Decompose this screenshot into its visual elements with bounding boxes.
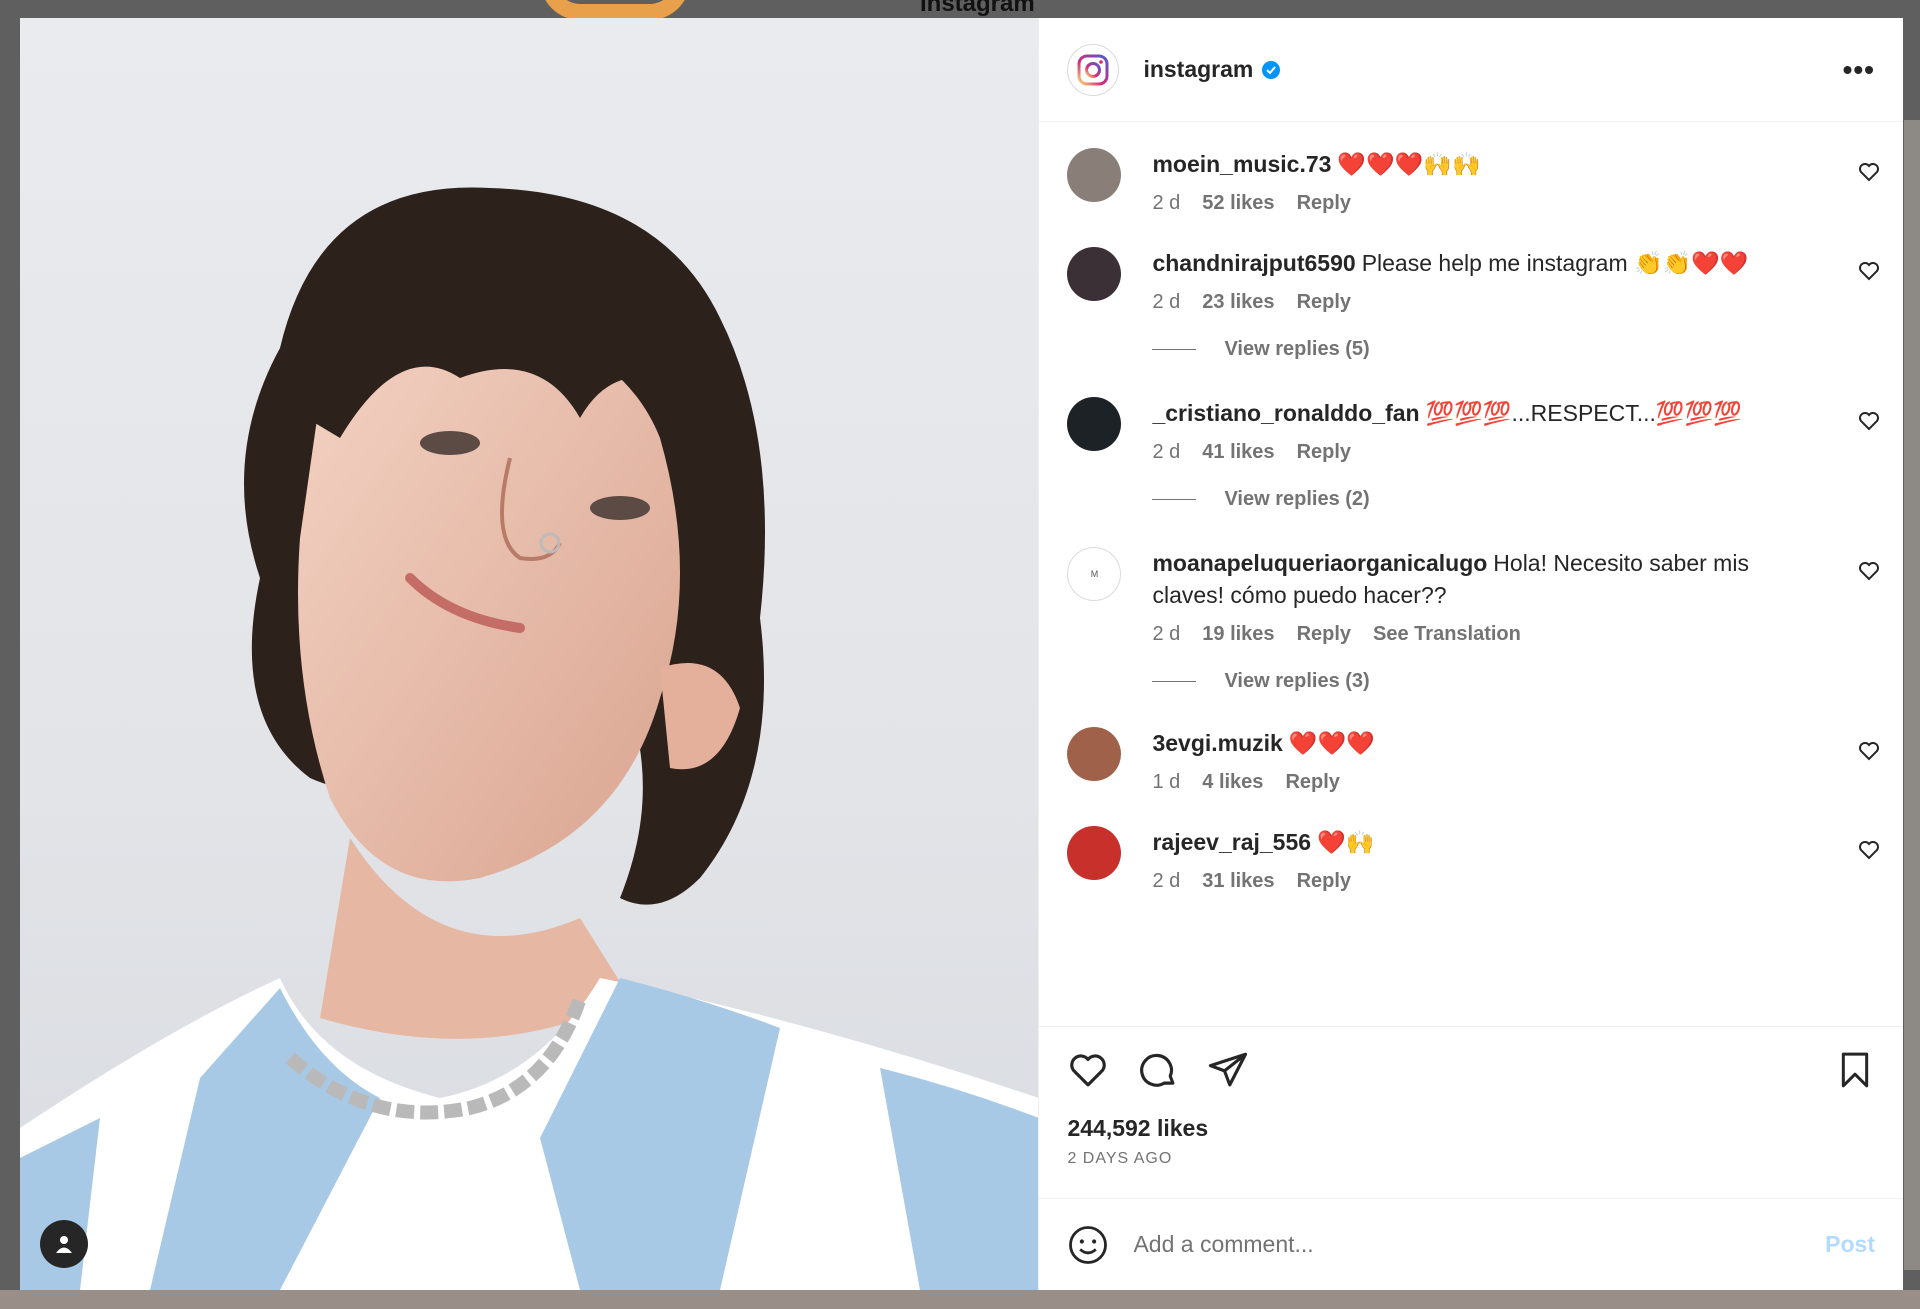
background-thumbnails (0, 1290, 1920, 1309)
post-likes-count[interactable]: 244,592 likes (1067, 1115, 1875, 1142)
background-logo (540, 0, 690, 20)
comment-username[interactable]: _cristiano_ronalddo_fan (1152, 400, 1419, 426)
account-avatar[interactable] (1067, 43, 1120, 96)
commenter-avatar[interactable] (1067, 727, 1122, 781)
post-header: instagram ••• (1039, 18, 1903, 122)
comment-like-heart-icon[interactable] (1857, 409, 1881, 433)
view-replies-button[interactable]: View replies (5) (1152, 338, 1903, 361)
comment-username[interactable]: chandnirajput6590 (1152, 250, 1355, 276)
reply-button[interactable]: Reply (1297, 623, 1351, 646)
verified-badge-icon (1262, 60, 1281, 79)
comment-like-heart-icon[interactable] (1857, 838, 1881, 862)
comment-item: rajeev_raj_556 ❤️🙌 2 d 31 likes Reply (1039, 826, 1903, 893)
comments-list: moein_music.73 ❤️❤️❤️🙌🙌 2 d 52 likes Reply … (1039, 122, 1903, 1026)
background-title: Instagram (920, 0, 1035, 17)
comment-input[interactable]: Add a comment... (1133, 1231, 1825, 1258)
comment-text: ❤️❤️❤️ (1288, 730, 1375, 756)
replies-line (1152, 499, 1197, 500)
post-actions: 244,592 likes 2 DAYS AGO (1039, 1026, 1903, 1198)
post-comment-button[interactable]: Post (1825, 1231, 1875, 1258)
comment-time[interactable]: 2 d (1152, 291, 1180, 314)
emoji-smiley-icon[interactable] (1067, 1224, 1109, 1266)
view-replies-button[interactable]: View replies (2) (1152, 488, 1903, 511)
comment-likes[interactable]: 41 likes (1202, 441, 1274, 464)
comment-like-heart-icon[interactable] (1857, 160, 1881, 184)
comment-item: chandnirajput6590 Please help me instagra… (1039, 247, 1903, 314)
tagged-users-button[interactable] (40, 1220, 88, 1268)
share-send-icon[interactable] (1207, 1049, 1249, 1091)
comment-item: _cristiano_ronalddo_fan 💯💯💯...RESPECT...💯… (1039, 397, 1903, 464)
post-photo[interactable] (20, 18, 1039, 1290)
comment-item: 3evgi.muzik ❤️❤️❤️ 1 d 4 likes Reply (1039, 727, 1903, 794)
user-icon (56, 1236, 72, 1253)
comment-text: ❤️❤️❤️🙌🙌 (1337, 151, 1481, 177)
post-date[interactable]: 2 DAYS AGO (1067, 1150, 1875, 1168)
comment-time[interactable]: 2 d (1152, 870, 1180, 893)
commenter-avatar[interactable]: M (1067, 547, 1122, 601)
commenter-avatar[interactable] (1067, 247, 1122, 301)
comment-time[interactable]: 2 d (1152, 623, 1180, 646)
replies-line (1152, 681, 1197, 682)
comment-text: ❤️🙌 (1317, 829, 1375, 855)
comment-likes[interactable]: 31 likes (1202, 870, 1274, 893)
comment-username[interactable]: rajeev_raj_556 (1152, 829, 1311, 855)
replies-line (1152, 349, 1197, 350)
comment-username[interactable]: moein_music.73 (1152, 151, 1331, 177)
view-replies-button[interactable]: View replies (3) (1152, 670, 1903, 693)
comment-like-heart-icon[interactable] (1857, 259, 1881, 283)
account-username[interactable]: instagram (1143, 56, 1253, 83)
instagram-logo-icon (1077, 54, 1109, 85)
portrait-illustration (20, 187, 1039, 1290)
reply-button[interactable]: Reply (1285, 771, 1339, 794)
post-modal: instagram ••• moein_music.73 ❤️❤️❤️🙌🙌 2 d… (20, 18, 1903, 1290)
comment-time[interactable]: 2 d (1152, 192, 1180, 215)
commenter-avatar[interactable] (1067, 397, 1122, 451)
comment-like-heart-icon[interactable] (1857, 739, 1881, 763)
comment-like-heart-icon[interactable] (1857, 559, 1881, 583)
comment-username[interactable]: 3evgi.muzik (1152, 730, 1282, 756)
save-bookmark-icon[interactable] (1835, 1050, 1875, 1090)
background-right-strip (1904, 120, 1920, 1270)
comment-bubble-icon[interactable] (1137, 1049, 1179, 1091)
view-replies-label: View replies (2) (1224, 488, 1370, 510)
comment-likes[interactable]: 4 likes (1202, 771, 1263, 794)
comment-text: Please help me instagram 👏👏❤️❤️ (1361, 250, 1749, 276)
reply-button[interactable]: Reply (1297, 291, 1351, 314)
comment-username[interactable]: moanapeluqueriaorganicalugo (1152, 550, 1487, 576)
comment-likes[interactable]: 52 likes (1202, 192, 1274, 215)
comment-likes[interactable]: 19 likes (1202, 623, 1274, 646)
comment-text: 💯💯💯...RESPECT...💯💯💯 (1425, 400, 1742, 426)
view-replies-label: View replies (5) (1224, 338, 1370, 360)
like-heart-icon[interactable] (1067, 1049, 1109, 1091)
reply-button[interactable]: Reply (1297, 870, 1351, 893)
comment-item: moein_music.73 ❤️❤️❤️🙌🙌 2 d 52 likes Reply (1039, 148, 1903, 215)
comment-composer: Add a comment... Post (1039, 1198, 1903, 1290)
see-translation-button[interactable]: See Translation (1373, 623, 1521, 646)
reply-button[interactable]: Reply (1297, 441, 1351, 464)
comment-item: M moanapeluqueriaorganicalugo Hola! Neces… (1039, 547, 1903, 646)
comment-time[interactable]: 2 d (1152, 441, 1180, 464)
comment-time[interactable]: 1 d (1152, 771, 1180, 794)
post-side-panel: instagram ••• moein_music.73 ❤️❤️❤️🙌🙌 2 d… (1038, 18, 1903, 1290)
view-replies-label: View replies (3) (1224, 670, 1370, 692)
commenter-avatar[interactable] (1067, 148, 1122, 202)
reply-button[interactable]: Reply (1297, 192, 1351, 215)
commenter-avatar[interactable] (1067, 826, 1122, 880)
more-options-icon[interactable]: ••• (1843, 55, 1875, 84)
comment-likes[interactable]: 23 likes (1202, 291, 1274, 314)
